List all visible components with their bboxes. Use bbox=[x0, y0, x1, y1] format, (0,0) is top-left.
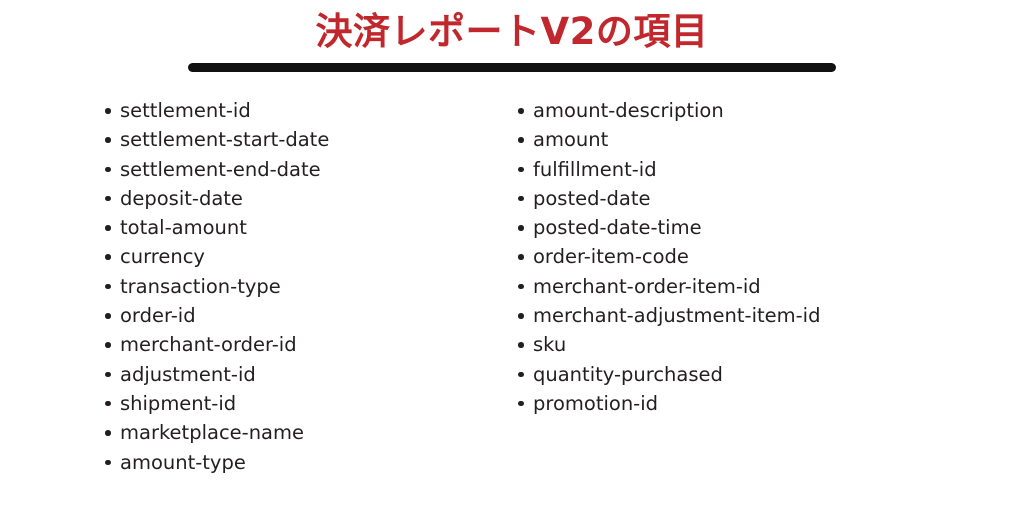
list-item: posted-date-time bbox=[517, 213, 987, 242]
list-item-label: fulfillment-id bbox=[533, 157, 657, 181]
slide-canvas: 決済レポートV2の項目 settlement-id settlement-star… bbox=[0, 0, 1024, 512]
list-item: posted-date bbox=[517, 184, 987, 213]
list-item-label: deposit-date bbox=[120, 186, 243, 210]
list-item: shipment-id bbox=[104, 389, 504, 418]
bullet-dot-icon bbox=[518, 166, 524, 173]
list-item-label: posted-date bbox=[533, 186, 651, 210]
list-item-label: settlement-start-date bbox=[120, 128, 330, 152]
bullet-dot-icon bbox=[518, 137, 524, 143]
title-block: 決済レポートV2の項目 bbox=[0, 8, 1024, 56]
bullet-dot-icon bbox=[105, 137, 111, 143]
bullet-dot-icon bbox=[105, 254, 111, 260]
bullet-dot-icon bbox=[105, 225, 111, 231]
list-item: order-item-code bbox=[517, 242, 987, 271]
bullet-dot-icon bbox=[518, 195, 524, 202]
right-bullet-list: amount-description amount fulfillment-id po… bbox=[517, 96, 987, 418]
list-item-label: sku bbox=[533, 333, 567, 357]
bullet-dot-icon bbox=[518, 225, 524, 231]
list-item-label: total-amount bbox=[120, 216, 247, 240]
bullet-dot-icon bbox=[518, 283, 524, 290]
list-item: amount-description bbox=[517, 96, 987, 125]
list-item: currency bbox=[104, 242, 504, 271]
bullet-dot-icon bbox=[518, 342, 524, 348]
bullet-dot-icon bbox=[105, 371, 111, 378]
list-item: amount bbox=[517, 125, 987, 154]
list-item-label: settlement-id bbox=[120, 99, 251, 122]
list-item: amount-type bbox=[104, 448, 504, 477]
bullet-dot-icon bbox=[105, 342, 111, 348]
list-item-label: currency bbox=[120, 245, 205, 269]
page-title: 決済レポートV2の項目 bbox=[315, 10, 709, 53]
list-item-label: marketplace-name bbox=[120, 421, 305, 445]
right-column: amount-description amount fulfillment-id po… bbox=[517, 96, 987, 418]
content-columns: settlement-id settlement-start-date settle… bbox=[0, 96, 1024, 496]
list-item: adjustment-id bbox=[104, 360, 504, 389]
bullet-dot-icon bbox=[518, 371, 524, 378]
left-bullet-list: settlement-id settlement-start-date settle… bbox=[104, 96, 504, 477]
left-column: settlement-id settlement-start-date settle… bbox=[104, 96, 504, 477]
list-item-label: merchant-order-id bbox=[120, 333, 297, 357]
list-item-label: order-item-code bbox=[533, 245, 689, 269]
list-item: settlement-start-date bbox=[104, 125, 504, 154]
list-item: marketplace-name bbox=[104, 418, 504, 447]
bullet-dot-icon bbox=[518, 400, 524, 407]
list-item: merchant-order-item-id bbox=[517, 272, 987, 301]
list-item: deposit-date bbox=[104, 184, 504, 213]
bullet-dot-icon bbox=[105, 313, 111, 319]
list-item-label: posted-date-time bbox=[533, 216, 702, 240]
list-item: total-amount bbox=[104, 213, 504, 242]
list-item: quantity-purchased bbox=[517, 360, 987, 389]
list-item-label: merchant-order-item-id bbox=[533, 274, 761, 298]
list-item-label: amount-description bbox=[533, 99, 724, 122]
list-item-label: merchant-adjustment-item-id bbox=[533, 304, 821, 328]
list-item: promotion-id bbox=[517, 389, 987, 418]
bullet-dot-icon bbox=[518, 108, 524, 114]
list-item: transaction-type bbox=[104, 272, 504, 301]
list-item-label: shipment-id bbox=[120, 391, 237, 415]
bullet-dot-icon bbox=[105, 430, 111, 436]
list-item: settlement-id bbox=[104, 96, 504, 125]
bullet-dot-icon bbox=[518, 313, 524, 319]
bullet-dot-icon bbox=[105, 283, 111, 290]
list-item-label: order-id bbox=[120, 304, 196, 328]
bullet-dot-icon bbox=[105, 400, 111, 407]
list-item-label: amount bbox=[533, 128, 609, 152]
list-item-label: promotion-id bbox=[533, 391, 659, 415]
list-item: settlement-end-date bbox=[104, 155, 504, 184]
list-item-label: adjustment-id bbox=[120, 362, 256, 386]
list-item: merchant-adjustment-item-id bbox=[517, 301, 987, 330]
bullet-dot-icon bbox=[105, 108, 111, 114]
list-item: fulfillment-id bbox=[517, 155, 987, 184]
bullet-dot-icon bbox=[518, 254, 524, 260]
list-item-label: transaction-type bbox=[120, 274, 281, 298]
list-item-label: quantity-purchased bbox=[533, 362, 723, 386]
list-item: order-id bbox=[104, 301, 504, 330]
list-item-label: settlement-end-date bbox=[120, 157, 321, 181]
bullet-dot-icon bbox=[105, 459, 111, 466]
list-item-label: amount-type bbox=[120, 450, 246, 474]
list-item: merchant-order-id bbox=[104, 330, 504, 359]
title-underline-rule bbox=[188, 63, 836, 72]
list-item: sku bbox=[517, 330, 987, 359]
bullet-dot-icon bbox=[105, 195, 111, 202]
bullet-dot-icon bbox=[105, 166, 111, 173]
